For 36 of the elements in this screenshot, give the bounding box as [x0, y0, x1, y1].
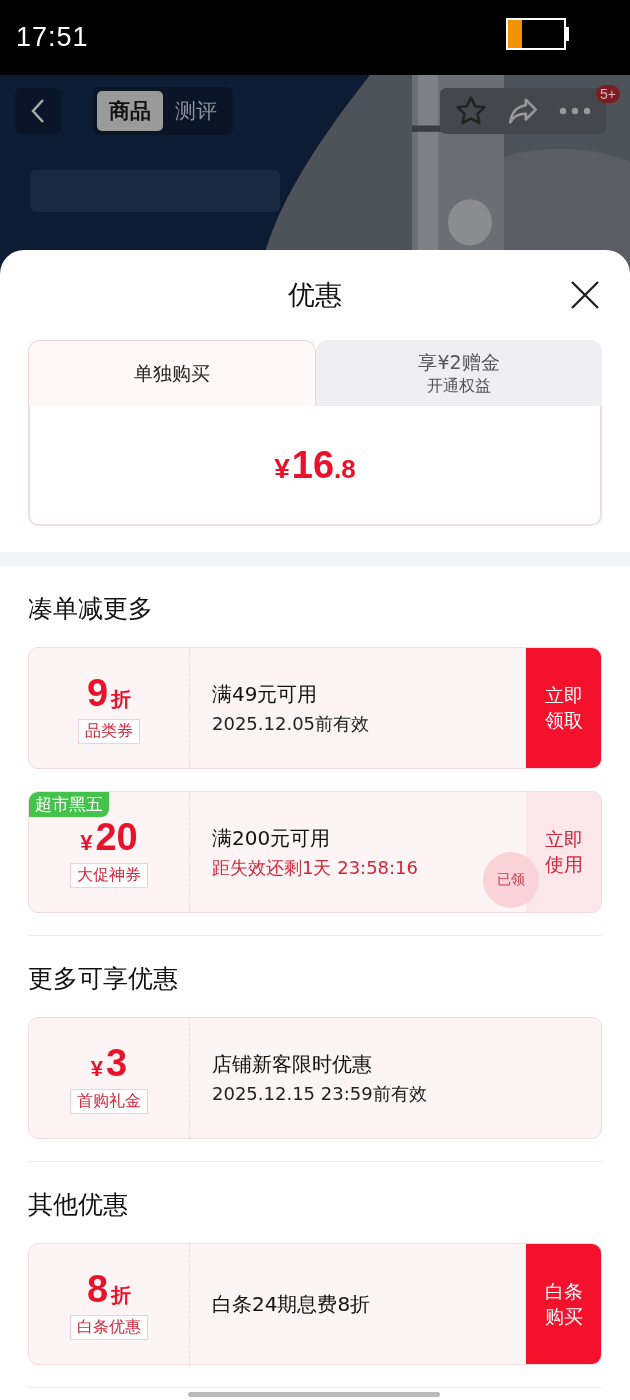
star-icon[interactable] — [454, 94, 488, 128]
price: ¥16.8 — [274, 443, 356, 487]
battery-icon — [506, 17, 570, 50]
coupon-action-button[interactable]: 白条购买 — [526, 1244, 601, 1364]
price-tab[interactable]: 享¥2赠金 开通权益 — [316, 340, 602, 406]
coupon-validity: 距失效还剩1天 23:58:16 — [212, 855, 418, 880]
claimed-stamp: 已领 — [483, 852, 539, 908]
more-icon[interactable] — [558, 105, 592, 117]
section-heading: 更多可享优惠 — [28, 963, 179, 995]
coupon-title: 满49元可用 — [212, 680, 318, 708]
sheet-title: 优惠 — [288, 278, 342, 312]
coupon-tag: 品类券 — [78, 719, 140, 744]
status-time: 17:51 — [16, 22, 89, 53]
promo-ribbon: 超市黑五 — [29, 792, 109, 817]
coupon-value: 9折 — [86, 672, 132, 715]
nav-tab[interactable]: 测评 — [163, 91, 229, 131]
back-button[interactable] — [15, 88, 61, 134]
close-icon[interactable] — [570, 280, 600, 310]
coupon-tag: 大促神券 — [70, 863, 148, 888]
coupon-value: ¥20 — [80, 816, 138, 859]
coupon-title: 满200元可用 — [212, 824, 331, 852]
coupon-action-button[interactable]: 立即领取 — [526, 648, 601, 768]
coupon-value: 8折 — [86, 1268, 132, 1311]
coupon-title: 白条24期息费8折 — [212, 1290, 371, 1318]
coupon-tag: 白条优惠 — [70, 1315, 148, 1340]
section-heading: 其他优惠 — [28, 1189, 129, 1221]
coupon-validity: 2025.12.05前有效 — [212, 711, 370, 736]
section-heading: 凑单减更多 — [28, 593, 154, 625]
coupon-action-button[interactable]: 立即使用 — [526, 792, 601, 912]
coupon-title: 店铺新客限时优惠 — [212, 1050, 372, 1078]
price-tab[interactable]: 单独购买 — [28, 340, 316, 406]
coupon-value: ¥3 — [90, 1042, 128, 1085]
coupon-tag: 首购礼金 — [70, 1089, 148, 1114]
coupon-validity: 2025.12.15 23:59前有效 — [212, 1081, 427, 1106]
nav-tab[interactable]: 商品 — [97, 91, 163, 131]
chevron-left-icon — [30, 98, 46, 124]
